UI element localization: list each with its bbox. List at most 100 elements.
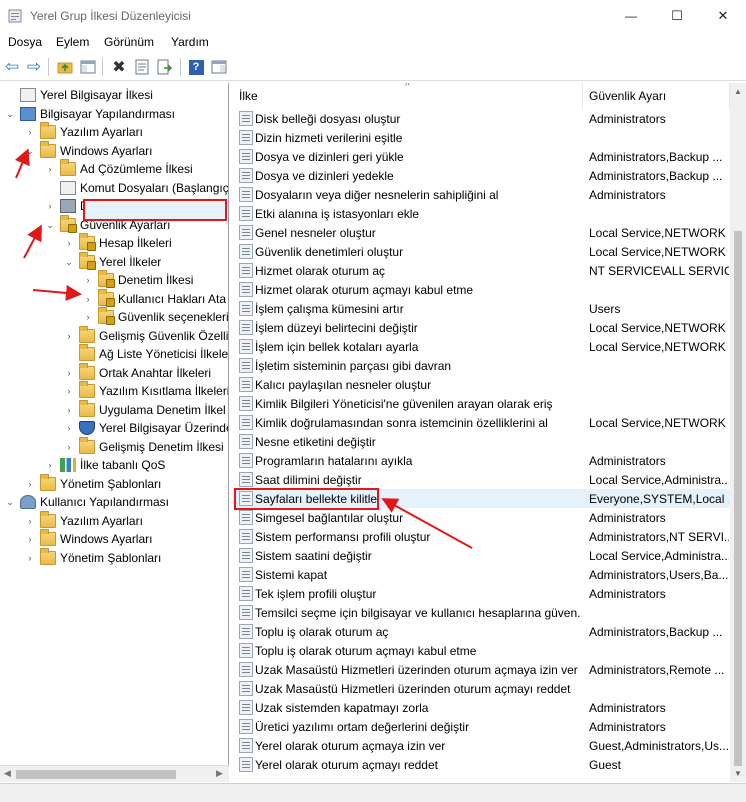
policy-row[interactable]: Dosyaların veya diğer nesnelerin sahipli… xyxy=(233,185,730,204)
expand-chevron-icon[interactable]: › xyxy=(63,367,75,379)
policy-row[interactable]: Uzak Masaüstü Hizmetleri üzerinden oturu… xyxy=(233,679,730,698)
tree-item[interactable]: › Kullanıcı Hakları Ata xyxy=(82,289,226,308)
close-button[interactable]: ✕ xyxy=(700,0,746,32)
minimize-button[interactable]: — xyxy=(608,0,654,32)
tree-item[interactable]: › Hesap İlkeleri xyxy=(63,233,172,252)
up-level-button[interactable] xyxy=(56,58,74,76)
column-header-security-setting[interactable]: Güvenlik Ayarı xyxy=(583,83,730,109)
maximize-button[interactable]: ☐ xyxy=(654,0,700,32)
delete-button[interactable]: ✖ xyxy=(110,58,128,76)
show-tree-button[interactable] xyxy=(79,58,97,76)
tree-item[interactable]: › Yönetim Şablonları xyxy=(24,548,161,567)
tree-item[interactable]: ⌄ Windows Ayarları xyxy=(24,141,152,160)
policy-row[interactable]: Dosya ve dizinleri yedekle Administrators… xyxy=(233,166,730,185)
policy-row[interactable]: Uzak Masaüstü Hizmetleri üzerinden oturu… xyxy=(233,660,730,679)
expand-chevron-icon[interactable]: › xyxy=(63,404,75,416)
expand-chevron-icon[interactable]: › xyxy=(24,126,36,138)
policy-row[interactable]: İşlem çalışma kümesini artır Users xyxy=(233,299,730,318)
expand-chevron-icon[interactable]: › xyxy=(63,422,75,434)
policy-row[interactable]: Yerel olarak oturum açmayı reddet Guest xyxy=(233,755,730,774)
policy-row[interactable]: Toplu iş olarak oturum aç Administrators,… xyxy=(233,622,730,641)
tree-item[interactable]: › Ad Çözümleme İlkesi xyxy=(44,159,193,178)
collapse-chevron-icon[interactable]: ⌄ xyxy=(24,145,36,157)
policy-row[interactable]: Üretici yazılımı ortam değerlerini değiş… xyxy=(233,717,730,736)
tree-item[interactable]: › Yazılım Ayarları xyxy=(24,511,143,530)
collapse-chevron-icon[interactable]: ⌄ xyxy=(4,496,16,508)
expand-chevron-icon[interactable]: › xyxy=(63,441,75,453)
policy-row[interactable]: Disk belleği dosyası oluştur Administrato… xyxy=(233,109,730,128)
export-list-button[interactable] xyxy=(156,58,174,76)
tree-item[interactable]: ⌄ Yerel İlkeler xyxy=(63,252,161,271)
expand-chevron-icon[interactable]: › xyxy=(24,478,36,490)
policy-row[interactable]: Kimlik doğrulamasından sonra istemcinin … xyxy=(233,413,730,432)
scrollbar-thumb[interactable] xyxy=(16,770,176,779)
policy-row[interactable]: İşletim sisteminin parçası gibi davran xyxy=(233,356,730,375)
policy-row[interactable]: Genel nesneler oluştur Local Service,NETW… xyxy=(233,223,730,242)
policy-row[interactable]: Kalıcı paylaşılan nesneler oluştur xyxy=(233,375,730,394)
tree-item[interactable]: › Gelişmiş Denetim İlkesi xyxy=(63,437,224,456)
policy-row[interactable]: Sistem saatini değiştir Local Service,Adm… xyxy=(233,546,730,565)
tree-item[interactable]: › Ortak Anahtar İlkeleri xyxy=(63,363,211,382)
tree-item[interactable]: › Yönetim Şablonları xyxy=(24,474,161,493)
list-vertical-scrollbar[interactable]: ▲ ▼ xyxy=(730,83,746,782)
tree-item[interactable]: › Uygulama Denetim İlkel xyxy=(63,400,226,419)
tree-item[interactable]: › Yazılım Ayarları xyxy=(24,122,143,141)
tree-horizontal-scrollbar[interactable]: ◀ ▶ xyxy=(0,765,229,782)
policy-row[interactable]: Kimlik Bilgileri Yöneticisi'ne güvenilen… xyxy=(233,394,730,413)
column-header-policy[interactable]: İlke ^ xyxy=(233,83,583,109)
tree-item[interactable]: › Yazılım Kısıtlama İlkeleri xyxy=(63,381,228,400)
tree-item[interactable]: › İlke tabanlı QoS xyxy=(44,456,165,474)
policy-row[interactable]: Hizmet olarak oturum aç NT SERVICE\ALL SE… xyxy=(233,261,730,280)
expand-chevron-icon[interactable]: › xyxy=(44,200,56,212)
expand-chevron-icon[interactable]: › xyxy=(44,163,56,175)
menu-help[interactable]: Yardım xyxy=(171,35,209,49)
tree-item[interactable]: Yerel Bilgisayar İlkesi xyxy=(4,86,153,104)
expand-chevron-icon[interactable]: › xyxy=(63,330,75,342)
tree-item[interactable]: Komut Dosyaları (Başlangıç xyxy=(44,179,228,197)
expand-chevron-icon[interactable]: › xyxy=(82,293,94,305)
expand-chevron-icon[interactable]: › xyxy=(63,237,75,249)
tree-item[interactable]: › Gelişmiş Güvenlik Özelli xyxy=(63,326,228,345)
policy-row[interactable]: Tek işlem profili oluştur Administrators xyxy=(233,584,730,603)
expand-chevron-icon[interactable]: › xyxy=(24,533,36,545)
policy-row[interactable]: Hizmet olarak oturum açmayı kabul etme xyxy=(233,280,730,299)
policy-row[interactable]: Uzak sistemden kapatmayı zorla Administra… xyxy=(233,698,730,717)
tree-item[interactable]: ⌄ Kullanıcı Yapılandırması xyxy=(4,493,169,511)
help-button[interactable]: ? xyxy=(187,58,205,76)
policy-row[interactable]: Etki alanına iş istasyonları ekle xyxy=(233,204,730,223)
policy-row[interactable]: Toplu iş olarak oturum açmayı kabul etme xyxy=(233,641,730,660)
menu-view[interactable]: Görünüm xyxy=(104,35,154,49)
policy-row[interactable]: İşlem için bellek kotaları ayarla Local S… xyxy=(233,337,730,356)
policy-row[interactable]: Dosya ve dizinleri geri yükle Administrat… xyxy=(233,147,730,166)
expand-chevron-icon[interactable]: › xyxy=(24,515,36,527)
scrollbar-thumb[interactable] xyxy=(734,231,742,766)
tree-item[interactable]: › Denetim İlkesi xyxy=(82,270,193,289)
tree-item[interactable]: › Windows Ayarları xyxy=(24,529,152,548)
policy-row[interactable]: Nesne etiketini değiştir xyxy=(233,432,730,451)
policy-row[interactable]: Simgesel bağlantılar oluştur Administrato… xyxy=(233,508,730,527)
policy-row[interactable]: Sistem performansı profili oluştur Admini… xyxy=(233,527,730,546)
tree-item[interactable]: › Güvenlik seçenekleri xyxy=(82,307,228,326)
collapse-chevron-icon[interactable]: ⌄ xyxy=(63,256,75,268)
expand-chevron-icon[interactable]: › xyxy=(82,274,94,286)
expand-chevron-icon[interactable]: › xyxy=(44,459,56,471)
forward-button[interactable]: ⇨ xyxy=(25,57,43,76)
policy-row[interactable]: Dizin hizmeti verilerini eşitle xyxy=(233,128,730,147)
policy-row[interactable]: Saat dilimini değiştir Local Service,Admi… xyxy=(233,470,730,489)
policy-row[interactable]: Sistemi kapat Administrators,Users,Ba... xyxy=(233,565,730,584)
expand-chevron-icon[interactable]: › xyxy=(63,385,75,397)
policy-row[interactable]: Programların hatalarını ayıkla Administra… xyxy=(233,451,730,470)
policy-row[interactable]: Yerel olarak oturum açmaya izin ver Guest… xyxy=(233,736,730,755)
tree-item[interactable]: › Yerel Bilgisayar Üzerinde xyxy=(63,419,228,437)
policy-row[interactable]: Güvenlik denetimleri oluştur Local Servic… xyxy=(233,242,730,261)
menu-file[interactable]: Dosya xyxy=(8,35,42,49)
collapse-chevron-icon[interactable]: ⌄ xyxy=(4,108,16,120)
expand-chevron-icon[interactable]: › xyxy=(82,311,94,323)
collapse-chevron-icon[interactable]: ⌄ xyxy=(44,219,56,231)
menu-action[interactable]: Eylem xyxy=(56,35,89,49)
policy-row[interactable]: İşlem düzeyi belirtecini değiştir Local S… xyxy=(233,318,730,337)
properties-button[interactable] xyxy=(133,58,151,76)
tree-item[interactable]: Ağ Liste Yöneticisi İlkele xyxy=(63,344,228,363)
policy-row[interactable]: Temsilci seçme için bilgisayar ve kullan… xyxy=(233,603,730,622)
expand-chevron-icon[interactable]: › xyxy=(24,552,36,564)
